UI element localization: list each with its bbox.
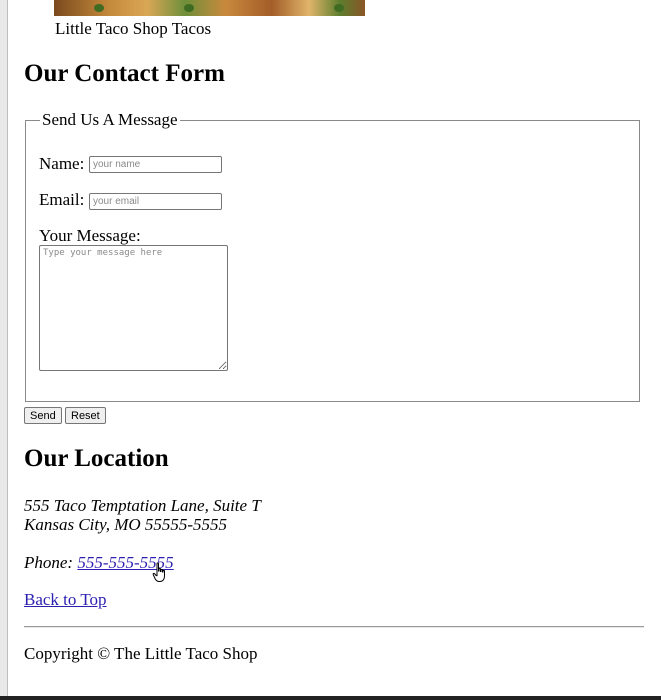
name-input[interactable] [89,156,222,173]
email-label: Email: [39,190,85,209]
fieldset-legend: Send Us A Message [40,110,180,130]
back-to-top-link[interactable]: Back to Top [24,590,107,609]
name-label: Name: [39,154,85,173]
reset-button[interactable]: Reset [65,407,106,424]
garnish-decoration [334,4,344,12]
address: 555 Taco Temptation Lane, Suite T Kansas… [24,496,261,534]
email-input[interactable] [89,193,222,210]
back-to-top-container: Back to Top [24,590,107,610]
phone-label: Phone: [24,553,74,572]
address-line-2: Kansas City, MO 55555-5555 [24,515,228,534]
window-bottom-edge [0,696,661,700]
window-left-edge [0,0,8,700]
garnish-decoration [184,4,194,12]
hand-cursor-icon [152,562,165,582]
copyright-text: Copyright © The Little Taco Shop [24,644,258,663]
garnish-decoration [94,4,104,12]
contact-form-heading: Our Contact Form [24,60,225,87]
location-heading: Our Location [24,445,169,472]
message-textarea[interactable] [39,245,228,371]
message-label: Your Message: [39,226,141,245]
send-button[interactable]: Send [24,407,62,424]
taco-image [54,0,365,16]
footer-divider [24,626,644,628]
image-caption: Little Taco Shop Tacos [55,19,212,38]
address-line-1: 555 Taco Temptation Lane, Suite T [24,496,261,515]
